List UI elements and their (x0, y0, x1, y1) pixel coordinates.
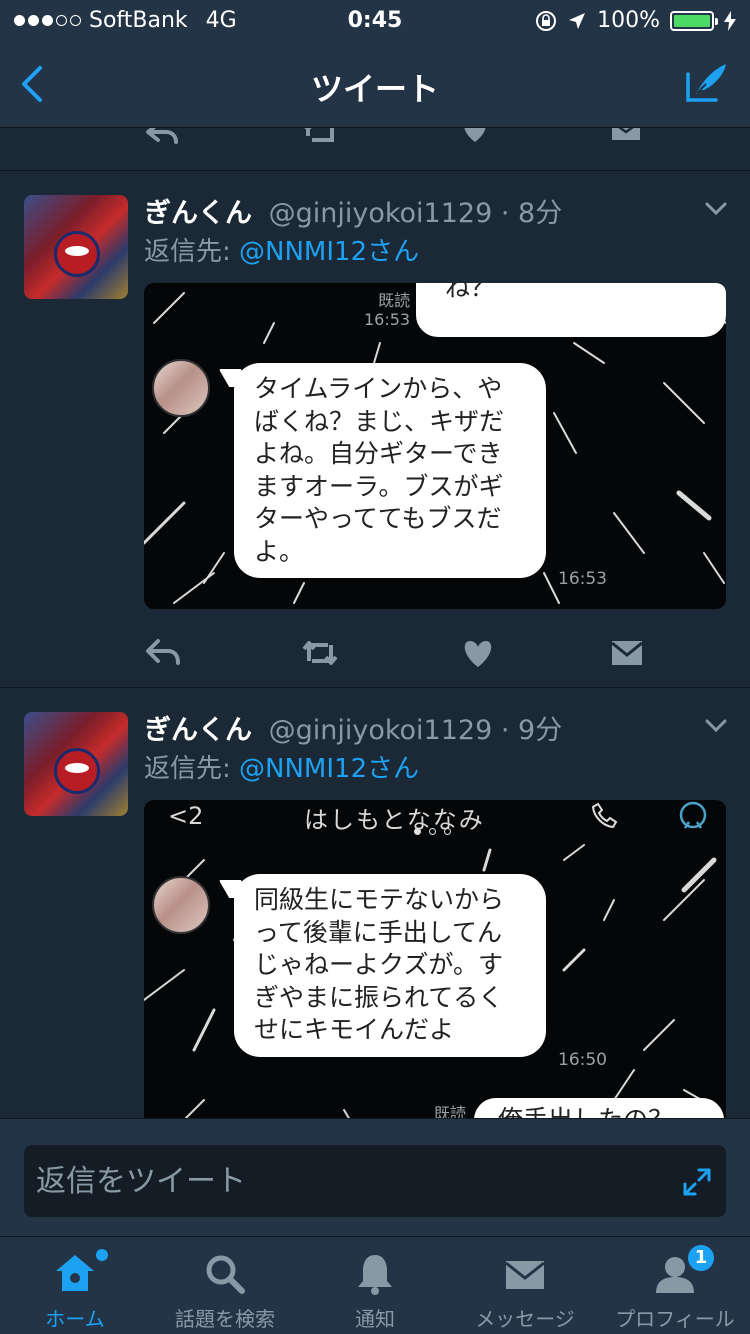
read-receipt: 既読 16:53 (364, 291, 410, 329)
tab-label: 通知 (355, 1307, 395, 1331)
read-label: 既読 (434, 1104, 467, 1118)
page-title: ツイート (310, 70, 439, 108)
retweet-icon[interactable] (300, 128, 340, 146)
dot-separator: · (500, 198, 519, 229)
chat-back-count: 2 (188, 802, 204, 830)
charging-icon (724, 10, 736, 31)
avatar[interactable] (24, 712, 128, 816)
chat-bubble-sent: ね？ (416, 283, 726, 337)
navigation-bar: ツイート (0, 40, 750, 128)
tab-notifications[interactable]: 通知 (300, 1237, 450, 1334)
tab-home[interactable]: ホーム (0, 1237, 150, 1334)
tweet-card[interactable]: ぎんくん @ginjiyokoi1129 · 9分 返信先: @NNMI12さん (0, 687, 750, 1118)
tweet-header: ぎんくん @ginjiyokoi1129 · 8分 (144, 191, 562, 230)
location-icon (569, 12, 586, 29)
tab-label: 話題を検索 (175, 1307, 275, 1331)
chat-bubble-sent: 俺手出したの？ (474, 1098, 724, 1118)
read-time: 16:53 (364, 310, 411, 330)
tweet-media-image[interactable]: 既読 16:53 ね？ タイムラインから、やばくね？まじ、キザだよね。自分ギター… (144, 283, 726, 609)
tab-messages[interactable]: メッセージ (450, 1237, 600, 1334)
notification-badge: 1 (686, 1243, 716, 1273)
compose-tweet-button[interactable] (684, 60, 730, 106)
reply-to-label: 返信先: (144, 237, 231, 267)
reply-to: 返信先: @NNMI12さん (144, 748, 419, 785)
tweet-media-image[interactable]: <2 はしもとななみ 同級生にモテないからって後輩に手出してんじゃねーよクズが。… (144, 800, 726, 1118)
tab-label: ホーム (45, 1307, 105, 1331)
previous-tweet-actions (0, 128, 750, 172)
user-handle[interactable]: @ginjiyokoi1129 (269, 715, 493, 746)
status-right: 100% (535, 8, 736, 33)
reply-icon[interactable] (144, 128, 180, 146)
mail-icon (505, 1261, 545, 1289)
image-pager (414, 828, 451, 835)
tab-search[interactable]: 話題を検索 (150, 1237, 300, 1334)
like-icon[interactable] (458, 635, 498, 671)
tweet-time: 9分 (518, 715, 563, 746)
chat-name: はしもとななみ (304, 806, 485, 834)
reply-to-label: 返信先: (144, 754, 231, 784)
menu-icon (679, 801, 707, 829)
reply-to: 返信先: @NNMI12さん (144, 231, 419, 268)
dm-icon[interactable] (610, 128, 642, 144)
chevron-down-icon[interactable] (704, 718, 728, 734)
phone-icon (592, 802, 618, 828)
reply-bar (0, 1118, 750, 1236)
search-icon (206, 1255, 245, 1294)
tweet-header: ぎんくん @ginjiyokoi1129 · 9分 (144, 708, 562, 747)
tab-profile[interactable]: 1 プロフィール (600, 1237, 750, 1334)
reply-tweet-input[interactable] (24, 1145, 726, 1217)
user-handle[interactable]: @ginjiyokoi1129 (269, 198, 493, 229)
tab-label: メッセージ (475, 1307, 575, 1331)
tweet-time: 8分 (518, 198, 563, 229)
new-tweets-dot (96, 1249, 108, 1261)
tweet-timeline[interactable]: ぎんくん @ginjiyokoi1129 · 8分 返信先: @NNMI12さん (0, 128, 750, 1118)
like-icon[interactable] (460, 128, 490, 144)
tab-label: プロフィール (615, 1307, 735, 1331)
reply-mention-link[interactable]: @NNMI12さん (239, 754, 419, 784)
home-icon (56, 1255, 94, 1291)
rotation-lock-icon (536, 10, 557, 31)
chat-avatar (152, 359, 210, 417)
reply-icon[interactable] (144, 635, 184, 671)
avatar[interactable] (24, 195, 128, 299)
dot-separator: · (500, 715, 519, 746)
retweet-icon[interactable] (300, 635, 340, 671)
user-name[interactable]: ぎんくん (144, 198, 252, 229)
chat-bubble-received: タイムラインから、やばくね？まじ、キザだよね。自分ギターできますオーラ。ブスがギ… (234, 363, 546, 578)
bell-icon (358, 1255, 392, 1295)
battery-percent: 100% (597, 8, 660, 33)
chat-avatar (152, 876, 210, 934)
tweet-actions (144, 635, 664, 675)
read-label: 既読 (378, 291, 411, 310)
chat-back: <2 (168, 802, 204, 830)
chat-bubble-received: 同級生にモテないからって後輩に手出してんじゃねーよクズが。すぎやまに振られてるく… (234, 874, 546, 1057)
chat-time: 16:53 (558, 569, 607, 589)
expand-icon[interactable] (682, 1167, 712, 1197)
user-name[interactable]: ぎんくん (144, 715, 252, 746)
tweet-card[interactable]: ぎんくん @ginjiyokoi1129 · 8分 返信先: @NNMI12さん (0, 170, 750, 688)
reply-mention-link[interactable]: @NNMI12さん (239, 237, 419, 267)
battery-icon (670, 10, 718, 31)
status-bar: SoftBank 4G 0:45 100% (0, 0, 750, 40)
chevron-down-icon[interactable] (704, 201, 728, 217)
chat-time: 16:50 (558, 1050, 607, 1070)
dm-icon[interactable] (608, 635, 648, 671)
tab-bar: ホーム 話題を検索 通知 メッセージ 1 プロフィール (0, 1236, 750, 1334)
